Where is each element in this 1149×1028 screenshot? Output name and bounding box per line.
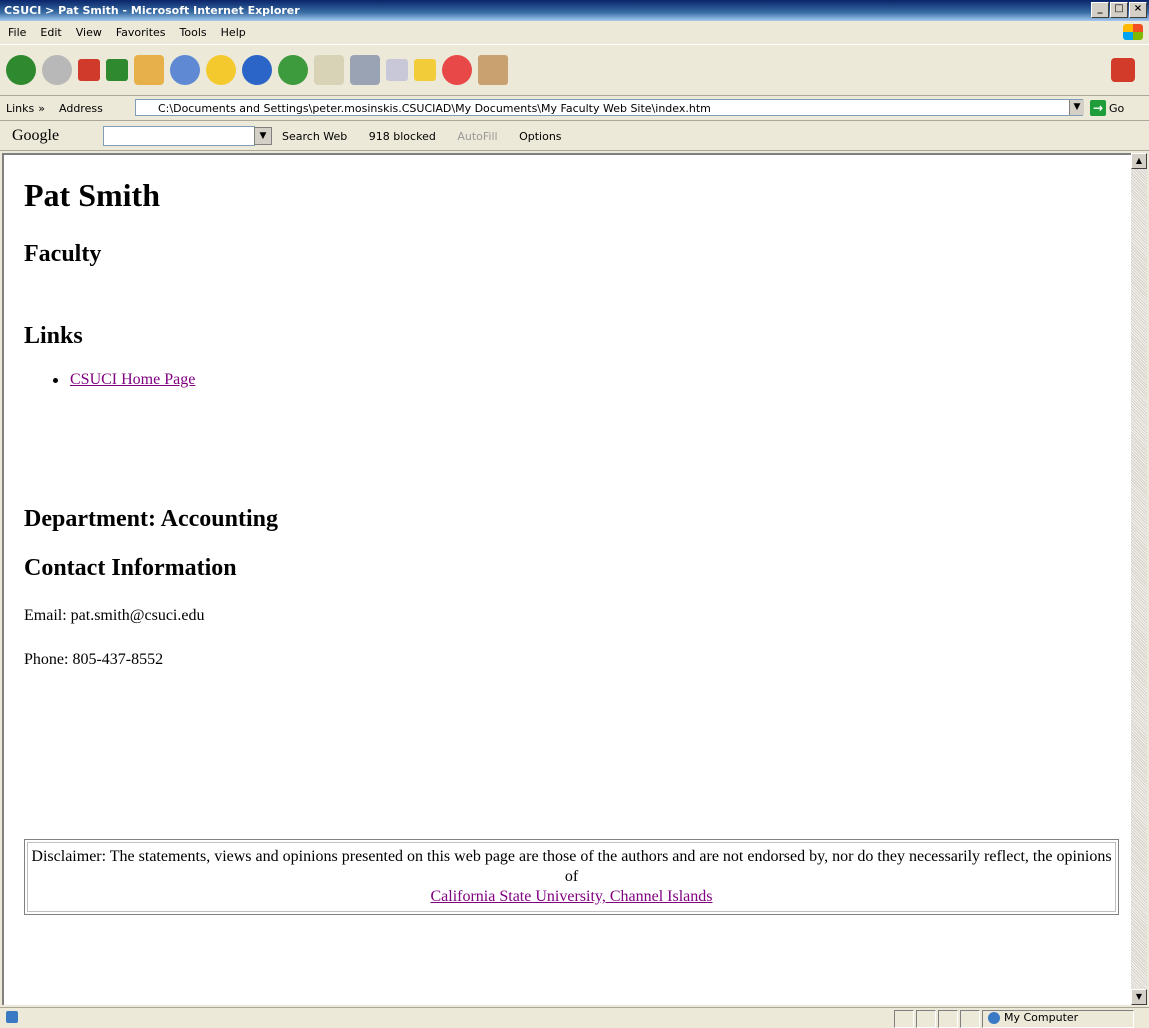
maximize-button[interactable]: □	[1110, 2, 1128, 18]
zone-indicator: My Computer	[988, 1011, 1078, 1024]
windows-logo-icon	[1123, 24, 1143, 40]
back-icon[interactable]	[6, 55, 36, 85]
menu-bar: File Edit View Favorites Tools Help	[0, 22, 1149, 42]
favorites-icon[interactable]	[206, 55, 236, 85]
search-icon[interactable]	[170, 55, 200, 85]
title-bar: CSUCI > Pat Smith - Microsoft Internet E…	[0, 0, 1149, 21]
messenger-icon[interactable]	[442, 55, 472, 85]
close-button[interactable]: ×	[1129, 2, 1147, 18]
links-heading: Links	[24, 323, 83, 349]
department-heading: Department: Accounting	[24, 506, 278, 532]
google-search-dropdown[interactable]: ▼	[254, 127, 272, 145]
research-icon[interactable]	[478, 55, 508, 85]
minimize-button[interactable]: _	[1091, 2, 1109, 18]
forward-icon[interactable]	[42, 55, 72, 85]
google-toolbar-items: Search Web 918 blocked AutoFill Options	[282, 130, 580, 143]
status-pane	[894, 1010, 914, 1028]
links-chevron-icon[interactable]: »	[38, 102, 45, 115]
mail-icon[interactable]	[314, 55, 344, 85]
standard-toolbar	[0, 44, 1149, 96]
contact-heading: Contact Information	[24, 555, 237, 581]
autofill-button[interactable]: AutoFill	[457, 130, 497, 143]
menu-edit[interactable]: Edit	[40, 26, 61, 39]
print-icon[interactable]	[350, 55, 380, 85]
vertical-scrollbar[interactable]: ▲ ▼	[1131, 153, 1147, 1005]
options-button[interactable]: Options	[519, 130, 561, 143]
status-pane	[938, 1010, 958, 1028]
address-label: Address	[59, 101, 103, 115]
my-computer-icon	[988, 1011, 1000, 1024]
address-value: C:\Documents and Settings\peter.mosinski…	[158, 102, 711, 115]
popup-blocked-button[interactable]: 918 blocked	[369, 130, 436, 143]
menu-view[interactable]: View	[76, 26, 102, 39]
scroll-up-button[interactable]: ▲	[1131, 153, 1147, 169]
role-heading: Faculty	[24, 241, 102, 267]
csuci-link[interactable]: California State University, Channel Isl…	[430, 888, 712, 905]
pdf-icon[interactable]	[1111, 58, 1135, 82]
page-status-icon	[6, 1011, 18, 1023]
menu-tools[interactable]: Tools	[180, 26, 207, 39]
google-search-input[interactable]	[103, 126, 255, 146]
address-dropdown-button[interactable]: ▼	[1069, 100, 1084, 115]
disclaimer-box: Disclaimer: The statements, views and op…	[24, 839, 1119, 915]
stop-icon[interactable]	[78, 59, 100, 81]
page-viewport: Pat Smith Faculty Links CSUCI Home Page …	[2, 153, 1133, 1005]
go-button[interactable]: → Go	[1090, 100, 1124, 116]
scroll-down-button[interactable]: ▼	[1131, 989, 1147, 1005]
page-title: Pat Smith	[24, 177, 160, 213]
disclaimer-text: Disclaimer: The statements, views and op…	[31, 848, 1112, 885]
phone-text: Phone: 805-437-8552	[24, 651, 164, 668]
window-title: CSUCI > Pat Smith - Microsoft Internet E…	[4, 4, 300, 17]
csuci-home-link[interactable]: CSUCI Home Page	[70, 371, 195, 389]
go-label: Go	[1109, 101, 1125, 115]
media-icon[interactable]	[242, 55, 272, 85]
menu-file[interactable]: File	[8, 26, 26, 39]
links-label[interactable]: Links	[6, 102, 34, 115]
status-bar: My Computer	[0, 1007, 1149, 1028]
address-input[interactable]: C:\Documents and Settings\peter.mosinski…	[135, 99, 1083, 116]
go-arrow-icon: →	[1090, 100, 1106, 116]
google-logo[interactable]: Google	[12, 127, 59, 145]
menu-help[interactable]: Help	[221, 26, 246, 39]
home-icon[interactable]	[134, 55, 164, 85]
window-controls: _ □ ×	[1091, 2, 1147, 18]
discuss-icon[interactable]	[414, 59, 436, 81]
status-pane	[916, 1010, 936, 1028]
search-web-button[interactable]: Search Web	[282, 130, 347, 143]
refresh-icon[interactable]	[106, 59, 128, 81]
zone-label: My Computer	[1004, 1011, 1079, 1024]
email-text: Email: pat.smith@csuci.edu	[24, 607, 205, 624]
edit-icon[interactable]	[386, 59, 408, 81]
list-bullet	[53, 378, 58, 383]
status-pane	[960, 1010, 980, 1028]
history-icon[interactable]	[278, 55, 308, 85]
menu-favorites[interactable]: Favorites	[116, 26, 166, 39]
